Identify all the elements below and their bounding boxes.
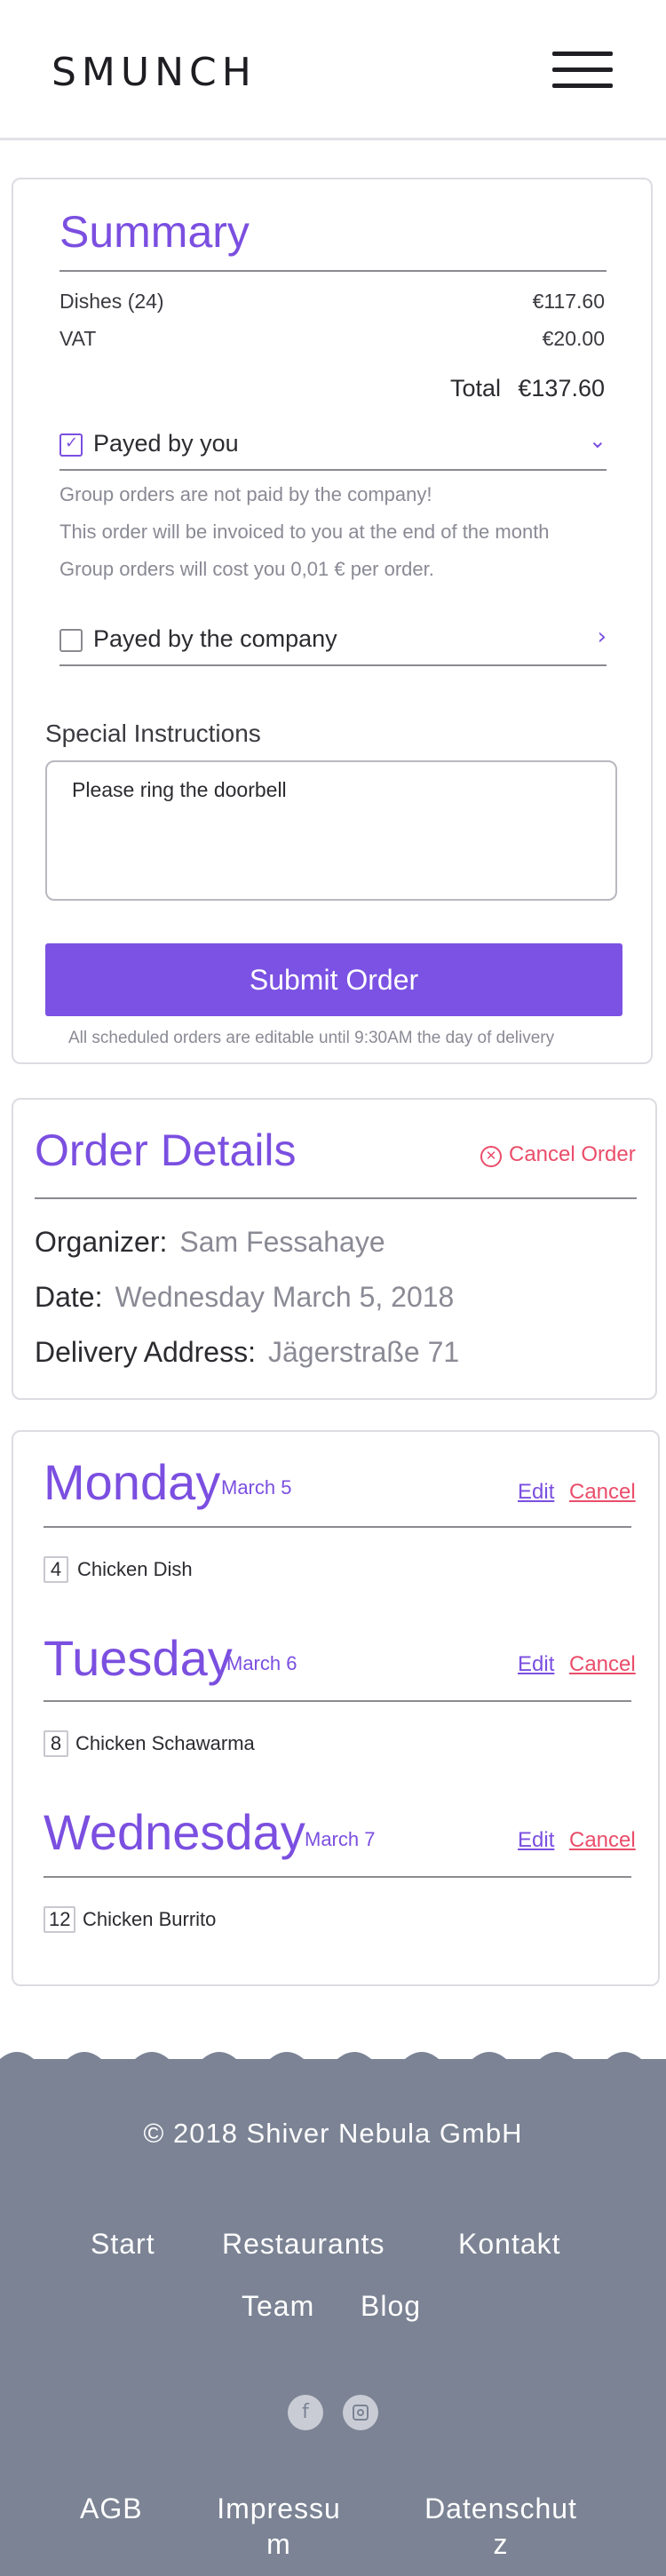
footer-link-start[interactable]: Start bbox=[91, 2228, 155, 2261]
chevron-down-icon[interactable]: ⌄ bbox=[589, 428, 607, 453]
divider bbox=[44, 1700, 631, 1702]
dishes-value: €117.60 bbox=[532, 290, 605, 313]
legal-label-line: Impressu bbox=[217, 2493, 341, 2524]
edit-day-link[interactable]: Edit bbox=[518, 1480, 554, 1505]
address-key: Delivery Address: bbox=[35, 1336, 256, 1368]
day-date: March 6 bbox=[226, 1652, 297, 1674]
dishes-label: Dishes (24) bbox=[59, 290, 164, 313]
daily-orders-card: Monday March 5 Edit Cancel 4 Chicken Dis… bbox=[12, 1430, 660, 1986]
cancel-day-link[interactable]: Cancel bbox=[569, 1480, 636, 1505]
footer-link-agb[interactable]: AGB bbox=[80, 2491, 143, 2526]
site-header: SMUNCH bbox=[0, 0, 666, 140]
payed-by-you-checkbox[interactable] bbox=[59, 433, 83, 457]
vat-value: €20.00 bbox=[542, 327, 605, 350]
hamburger-bar bbox=[552, 52, 613, 56]
logo[interactable]: SMUNCH bbox=[52, 50, 257, 95]
footer-link-team[interactable]: Team bbox=[242, 2290, 314, 2323]
day-date: March 7 bbox=[305, 1828, 376, 1850]
date-key: Date: bbox=[35, 1281, 103, 1313]
total-value: €137.60 bbox=[518, 375, 605, 402]
organizer-row: Organizer: Sam Fessahaye bbox=[35, 1226, 385, 1259]
organizer-value: Sam Fessahaye bbox=[179, 1226, 385, 1258]
cancel-order-label: Cancel Order bbox=[509, 1142, 636, 1166]
copyright: © 2018 Shiver Nebula GmbH bbox=[143, 2118, 523, 2149]
dish-name: Chicken Burrito bbox=[83, 1908, 217, 1930]
summary-card: Summary Dishes (24) €117.60 VAT €20.00 T… bbox=[12, 178, 653, 1064]
organizer-key: Organizer: bbox=[35, 1226, 168, 1258]
payment-option-payed-by-company[interactable]: Payed by the company › bbox=[59, 624, 607, 659]
footer-link-kontakt[interactable]: Kontakt bbox=[458, 2228, 561, 2261]
date-row: Date: Wednesday March 5, 2018 bbox=[35, 1281, 454, 1314]
hamburger-bar bbox=[552, 83, 613, 88]
payment-note: Group orders will cost you 0,01 € per or… bbox=[59, 558, 434, 580]
legal-label: AGB bbox=[80, 2493, 143, 2524]
cancel-day-link[interactable]: Cancel bbox=[569, 1828, 636, 1853]
legal-label-line: m bbox=[266, 2528, 291, 2560]
payment-option-label: Payed by the company bbox=[93, 625, 337, 652]
hamburger-menu-icon[interactable] bbox=[552, 52, 613, 89]
divider bbox=[59, 469, 607, 471]
special-instructions-label: Special Instructions bbox=[45, 720, 261, 747]
order-details-card: Order Details ✕ Cancel Order Organizer: Sa… bbox=[12, 1098, 657, 1400]
special-instructions-input[interactable]: Please ring the doorbell bbox=[45, 760, 617, 901]
date-value: Wednesday March 5, 2018 bbox=[115, 1281, 455, 1313]
facebook-icon[interactable]: f bbox=[288, 2395, 323, 2430]
cancel-day-link[interactable]: Cancel bbox=[569, 1652, 636, 1677]
hamburger-bar bbox=[552, 68, 613, 72]
divider bbox=[59, 664, 607, 666]
address-row: Delivery Address: Jägerstraße 71 bbox=[35, 1336, 459, 1369]
day-title: Tuesday bbox=[44, 1630, 233, 1686]
vat-label: VAT bbox=[59, 327, 97, 350]
quantity-badge: 8 bbox=[44, 1730, 68, 1757]
total-label: Total bbox=[450, 375, 502, 402]
payed-by-company-checkbox[interactable] bbox=[59, 629, 83, 652]
edit-day-link[interactable]: Edit bbox=[518, 1652, 554, 1677]
dish-name: Chicken Dish bbox=[77, 1558, 193, 1580]
payment-note: This order will be invoiced to you at th… bbox=[59, 521, 550, 543]
day-title: Monday bbox=[44, 1454, 221, 1510]
editable-note: All scheduled orders are editable until … bbox=[68, 1029, 555, 1047]
instagram-icon[interactable] bbox=[343, 2395, 378, 2430]
divider bbox=[59, 270, 607, 272]
edit-day-link[interactable]: Edit bbox=[518, 1828, 554, 1853]
legal-label-line: z bbox=[493, 2528, 509, 2560]
footer-link-restaurants[interactable]: Restaurants bbox=[222, 2228, 385, 2261]
quantity-badge: 4 bbox=[44, 1556, 68, 1583]
payment-option-payed-by-you[interactable]: Payed by you ⌄ bbox=[59, 428, 607, 464]
legal-label-line: Datenschut bbox=[424, 2493, 577, 2524]
dish-name: Chicken Schawarma bbox=[75, 1732, 255, 1754]
footer-link-blog[interactable]: Blog bbox=[361, 2290, 421, 2323]
divider bbox=[35, 1197, 637, 1199]
chevron-right-icon[interactable]: › bbox=[598, 624, 607, 650]
quantity-badge: 12 bbox=[44, 1906, 76, 1933]
divider bbox=[44, 1526, 631, 1528]
footer-link-datenschutz[interactable]: Datenschut z bbox=[414, 2491, 588, 2562]
day-title: Wednesday bbox=[44, 1804, 305, 1860]
order-details-title: Order Details bbox=[35, 1125, 297, 1175]
footer-link-impressum[interactable]: Impressu m bbox=[208, 2491, 350, 2562]
payment-note: Group orders are not paid by the company… bbox=[59, 483, 432, 505]
day-date: March 5 bbox=[221, 1476, 292, 1499]
summary-title: Summary bbox=[59, 207, 250, 257]
address-value: Jägerstraße 71 bbox=[267, 1336, 460, 1368]
payment-option-label: Payed by you bbox=[93, 430, 239, 457]
divider bbox=[44, 1876, 631, 1878]
cancel-order-button[interactable]: ✕ Cancel Order bbox=[480, 1142, 636, 1167]
close-circle-icon: ✕ bbox=[480, 1146, 502, 1167]
submit-order-button[interactable]: Submit Order bbox=[45, 943, 622, 1016]
